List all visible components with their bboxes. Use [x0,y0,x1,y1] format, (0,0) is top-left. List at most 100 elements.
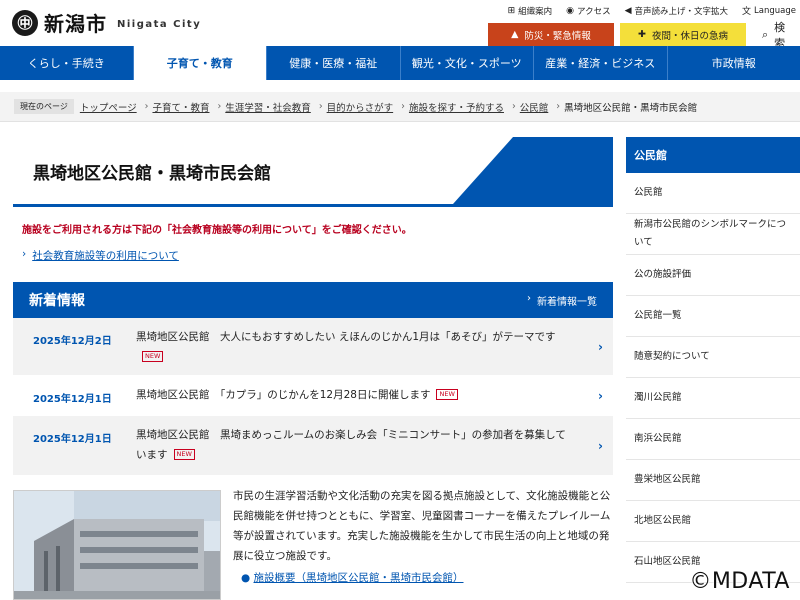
breadcrumb-link[interactable]: 目的からさがす [327,100,394,114]
building-image [14,491,220,599]
medical-icon: ✚ [638,29,646,40]
nav-item-1[interactable]: 子育て・教育 [132,46,266,80]
language-icon: 文 [742,7,752,17]
news-title: 新着情報 [29,293,85,309]
nav-item-0[interactable]: くらし・手続き [0,46,133,80]
util-link-0[interactable]: ⊞ 組織案内 [508,4,553,17]
breadcrumb-current: 黒埼地区公民館・黒埼市民会館 [564,102,698,114]
nav-item-4[interactable]: 産業・経済・ビジネス [533,46,667,80]
breadcrumb-items: トップページ › 子育て・教育 › 生涯学習・社会教育 › 目的からさがす › 施設を探す・予約… [80,100,564,114]
new-badge: NEW [142,351,164,362]
news-item[interactable]: 2025年12月1日 黒埼地区公民館 「カプラ」のじかんを12月28日に開催します… [13,376,613,416]
nav-item-label: くらし・手続き [27,57,105,70]
breadcrumb-link[interactable]: 施設を探す・予約する [409,100,504,114]
chevron-right-icon: › [401,101,405,112]
sidebar-item[interactable]: 随意契約について [626,337,800,378]
global-nav: くらし・手続き 子育て・教育 健康・医療・福祉 観光・文化・スポーツ 産業・経済・ビジネ… [0,46,800,80]
title-stripe-decoration [453,137,613,204]
news-header: 新着情報 › 新着情報一覧 [13,282,613,318]
sidebar-item-label: 随意契約について [634,351,710,362]
util-link-label: Language [754,5,796,16]
util-link-1[interactable]: ◉ アクセス [566,4,610,17]
sidebar-item[interactable]: 公民館 [626,173,800,214]
sidebar-item[interactable]: 公民館一覧 [626,296,800,337]
chevron-right-icon: › [556,101,561,112]
new-badge: NEW [436,389,458,400]
nav-item-label: 観光・文化・スポーツ [411,57,522,70]
sidebar-item-label: 公の施設評価 [634,269,692,280]
utility-buttons: ▲ 防災・緊急情報 ✚ 夜間・休日の急病 ⌕ 検索 [488,21,800,50]
facility-overview-item: ● 施設概要（黒埼地区公民館・黒埼市民会館） [241,572,464,584]
sidebar-item-label: 南浜公民館 [634,433,682,444]
sidebar-item[interactable]: 北地区公民館 [626,501,800,542]
notice-link[interactable]: 社会教育施設等の利用について [32,248,179,263]
notice-text: 施設をご利用される方は下記の「社会教育施設等の利用について」をご確認ください。 [22,225,412,236]
chevron-right-icon: › [22,248,27,260]
sidebar-item[interactable]: 公の施設評価 [626,255,800,296]
sidebar: 公民館 公民館新潟市公民館のシンボルマークについて公の施設評価 公民館一覧随意契約… [626,137,800,583]
sidebar-item[interactable]: 新潟市公民館のシンボルマークについて [626,214,800,255]
site-logo[interactable]: ㊥ 新潟市 Niigata City [12,8,201,37]
sidebar-item[interactable]: 南浜公民館 [626,419,800,460]
news-text: 黒埼地区公民館 「カプラ」のじかんを12月28日に開催します [136,389,431,401]
sidebar-item-label: 豊栄地区公民館 [634,474,701,485]
sidebar-item-label: 北地区公民館 [634,515,692,526]
sidebar-item-label: 公民館一覧 [634,310,682,321]
news-date: 2025年12月2日 [33,336,112,347]
util-link-3[interactable]: 文 Language [742,4,796,18]
search-button[interactable]: ⌕ 検索 [752,21,800,50]
nav-item-5[interactable]: 市政情報 [666,46,800,80]
news-section: 新着情報 › 新着情報一覧 2025年12月2日 黒埼地区公民館 大人にもおすすめし… [13,282,613,476]
chevron-right-icon: › [527,292,531,304]
city-emblem-icon: ㊥ [12,9,38,36]
news-text-wrap: 黒埼地区公民館 大人にもおすすめしたい えほんのじかん1月は「あそび」がテーマで… [136,318,593,375]
nav-item-3[interactable]: 観光・文化・スポーツ [399,46,534,80]
news-item[interactable]: 2025年12月1日 黒埼地区公民館 黒埼まめっこルームのお楽しみ会「ミニコンサー… [13,416,613,476]
logo-text: 新潟市 [44,12,107,36]
facility-description: 市民の生涯学習活動や文化活動の充実を図る拠点施設として、文化施設機能と公民館機能… [233,486,613,588]
news-item[interactable]: 2025年12月2日 黒埼地区公民館 大人にもおすすめしたい えほんのじかん1月は… [13,318,613,376]
sidebar-item[interactable]: 濁川公民館 [626,378,800,419]
watermark: ©MDATA [689,569,790,594]
speaker-icon: ◀ [624,5,632,16]
chevron-right-icon: › [598,339,603,354]
util-link-label: 組織案内 [518,6,553,17]
breadcrumb-link[interactable]: 生涯学習・社会教育 [225,100,311,114]
sidebar-title[interactable]: 公民館 [626,137,800,173]
chevron-right-icon: › [598,388,603,403]
emergency-button[interactable]: ▲ 防災・緊急情報 [488,23,614,46]
description-text: 市民の生涯学習活動や文化活動の充実を図る拠点施設として、文化施設機能と公民館機能… [233,490,611,562]
util-link-2[interactable]: ◀ 音声読み上げ・文字拡大 [625,4,728,17]
nav-item-label: 子育て・教育 [166,57,233,70]
new-badge: NEW [173,449,195,460]
news-list-link[interactable]: › 新着情報一覧 [527,293,597,308]
news-text: 黒埼地区公民館 黒埼まめっこルームのお楽しみ会「ミニコンサート」の参加者を募集し… [136,429,566,461]
breadcrumb-link[interactable]: 子育て・教育 [152,100,209,114]
news-text: 黒埼地区公民館 大人にもおすすめしたい えほんのじかん1月は「あそび」がテーマで… [136,331,556,343]
nav-item-label: 産業・経済・ビジネス [545,57,656,70]
chevron-right-icon: › [511,101,516,112]
util-link-label: 音声読み上げ・文字拡大 [634,6,729,17]
facility-overview-link[interactable]: 施設概要（黒埼地区公民館・黒埼市民会館） [254,572,464,584]
search-icon: ⌕ [762,27,769,41]
chevron-right-icon: › [318,101,323,112]
sidebar-item[interactable]: 豊栄地区公民館 [626,460,800,501]
page-title: 黒埼地区公民館・黒埼市民会館 [33,164,271,184]
emergency-label: 防災・緊急情報 [524,30,591,42]
breadcrumb-link[interactable]: 公民館 [520,100,549,114]
sitemap-icon: ⊞ [507,5,516,16]
medical-button[interactable]: ✚ 夜間・休日の急病 [620,23,746,46]
breadcrumb-link[interactable]: トップページ [80,100,137,114]
nav-item-label: 健康・医療・福祉 [289,57,378,70]
utility-links: ⊞ 組織案内 ◉ アクセス ◀ 音声読み上げ・文字拡大 文 Language [508,4,796,18]
sidebar-item-label: 公民館 [634,187,663,198]
nav-item-2[interactable]: 健康・医療・福祉 [266,46,400,80]
pin-icon: ◉ [566,5,575,16]
page-title-box: 黒埼地区公民館・黒埼市民会館 [13,137,613,207]
news-list: 2025年12月2日 黒埼地区公民館 大人にもおすすめしたい えほんのじかん1月は… [13,318,613,476]
logo-text-en: Niigata City [117,19,202,30]
news-text-wrap: 黒埼地区公民館 黒埼まめっこルームのお楽しみ会「ミニコンサート」の参加者を募集し… [136,416,593,473]
news-date: 2025年12月1日 [33,394,112,405]
chevron-right-icon: › [144,101,149,112]
chevron-right-icon: › [217,101,222,112]
